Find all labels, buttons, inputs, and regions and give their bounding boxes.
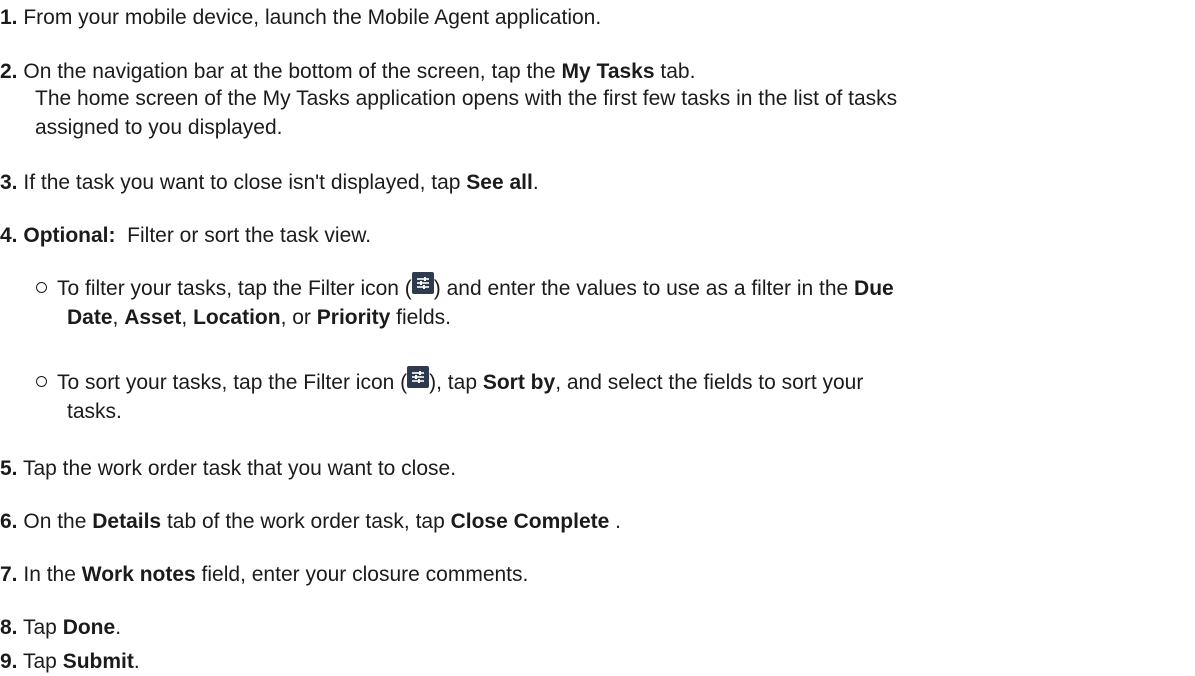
filter-sliders-icon xyxy=(411,272,434,295)
substep-text: tasks. xyxy=(67,400,122,423)
step-text: On the navigation bar at the bottom of t… xyxy=(23,60,562,83)
field-due: Due xyxy=(854,277,894,300)
step-2: 2. On the navigation bar at the bottom o… xyxy=(0,60,897,142)
ui-term-done: Done xyxy=(62,616,116,639)
step-number: 5. xyxy=(0,457,18,480)
step-text: In the xyxy=(23,563,82,586)
step-6: 6. On the Details tab of the work order … xyxy=(0,510,621,534)
ui-term-my-tasks: My Tasks xyxy=(561,60,655,83)
substep-text: , and select the fields to sort your xyxy=(555,371,864,394)
step-result-text: assigned to you displayed. xyxy=(35,116,283,139)
step-number: 2. xyxy=(0,60,18,83)
step-1: 1. From your mobile device, launch the M… xyxy=(0,6,601,30)
step-text: field, enter your closure comments. xyxy=(195,563,529,586)
substep-text: To filter your tasks, tap the Filter ico… xyxy=(57,277,412,300)
step-number: 3. xyxy=(0,171,18,194)
step-text: Tap xyxy=(22,650,63,673)
field-priority: Priority xyxy=(316,306,391,329)
step-number: 7. xyxy=(0,563,18,586)
ui-term-details: Details xyxy=(92,510,162,533)
separator-text: , xyxy=(181,306,194,329)
step-text: Filter or sort the task view. xyxy=(115,224,372,247)
field-asset: Asset xyxy=(124,306,182,329)
step-text: . xyxy=(609,510,621,533)
field-location: Location xyxy=(193,306,281,329)
step-number: 4. xyxy=(0,224,18,247)
step-number: 6. xyxy=(0,510,18,533)
step-text: . xyxy=(532,171,539,194)
step-text: Tap xyxy=(22,616,63,639)
step-3: 3. If the task you want to close isn't d… xyxy=(0,171,539,195)
step-number: 1. xyxy=(0,6,18,29)
step-text: tab. xyxy=(654,60,696,83)
bullet-icon xyxy=(36,281,47,293)
step-text: If the task you want to close isn't disp… xyxy=(23,171,467,194)
step-result-text: The home screen of the My Tasks applicat… xyxy=(35,87,898,110)
step-4: 4. Optional: Filter or sort the task vie… xyxy=(0,224,371,248)
step-9: 9. Tap Submit. xyxy=(0,650,140,674)
step-text: . xyxy=(133,650,140,673)
step-text: On the xyxy=(23,510,93,533)
field-date: Date xyxy=(67,306,113,329)
substep-sort: To sort your tasks, tap the Filter icon … xyxy=(36,366,864,426)
step-text: From your mobile device, launch the Mobi… xyxy=(23,6,602,29)
ui-term-submit: Submit xyxy=(62,650,134,673)
step-number: 9. xyxy=(0,650,18,673)
separator-text: , xyxy=(112,306,125,329)
separator-text: , or xyxy=(280,306,317,329)
step-text: Tap the work order task that you want to… xyxy=(22,457,457,480)
step-5: 5. Tap the work order task that you want… xyxy=(0,457,456,481)
step-text: . xyxy=(115,616,122,639)
substep-text: ), tap xyxy=(429,371,483,394)
substep-filter: To filter your tasks, tap the Filter ico… xyxy=(36,272,894,332)
step-text: tab of the work order task, tap xyxy=(161,510,451,533)
ui-term-work-notes: Work notes xyxy=(81,563,196,586)
procedure-page: 1. From your mobile device, launch the M… xyxy=(0,0,1195,676)
ui-term-close-complete: Close Complete xyxy=(450,510,610,533)
substep-text: To sort your tasks, tap the Filter icon … xyxy=(57,371,408,394)
filter-sliders-icon xyxy=(407,366,430,389)
step-8: 8. Tap Done. xyxy=(0,616,121,640)
step-number: 8. xyxy=(0,616,18,639)
step-7: 7. In the Work notes field, enter your c… xyxy=(0,563,528,587)
bullet-icon xyxy=(36,375,47,387)
ui-term-see-all: See all xyxy=(466,171,533,194)
substep-text: ) and enter the values to use as a filte… xyxy=(433,277,855,300)
ui-term-sort-by: Sort by xyxy=(482,371,556,394)
substep-text: fields. xyxy=(390,306,451,329)
optional-label: Optional: xyxy=(23,224,116,247)
